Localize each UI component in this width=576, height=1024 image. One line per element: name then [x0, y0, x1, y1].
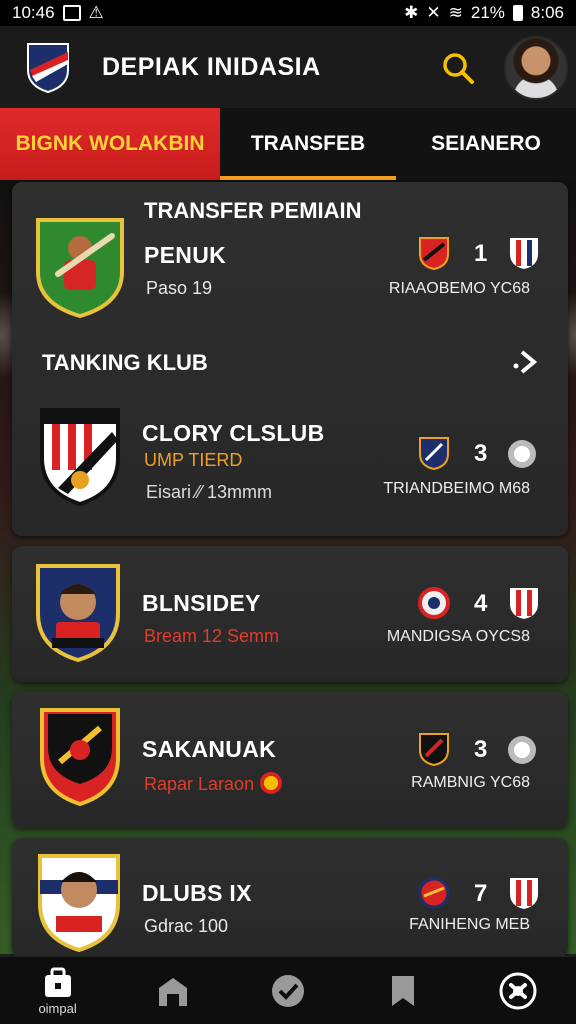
team-badge-icon [419, 437, 449, 470]
club-score: 3 [474, 736, 488, 763]
tab-transfer[interactable]: TRANSFEB [220, 108, 396, 180]
status-bar: 10:46 ⚠ ✱ ✕ ≋ 21% 8:06 [0, 0, 576, 26]
transfer-match-label: RIAAOBEMO YC68 [388, 280, 530, 297]
club-card[interactable]: BLNSIDEY Bream 12 Semm 4 MANDIGSA OYCS8 [12, 546, 568, 682]
nav-item-saved[interactable] [363, 957, 443, 1024]
soccer-ball-icon [508, 736, 536, 764]
status-time-left: 10:46 [12, 3, 55, 22]
opponent-badge-icon [510, 588, 538, 619]
club-crest-dlubs [38, 854, 120, 953]
club-name: DLUBS IX [142, 880, 252, 906]
app-title: DEPIAK INIDASIA [102, 52, 321, 81]
tab-schedule[interactable]: SEIANERO [396, 108, 576, 180]
club-crest-blnsidey [36, 564, 120, 663]
nav-item-matches[interactable] [478, 957, 558, 1024]
nav-item-home[interactable]: oimpal [18, 957, 98, 1024]
club-crest-clory[interactable] [38, 404, 122, 508]
team-badge-icon [418, 877, 450, 909]
transfer-score: 1 [474, 240, 488, 267]
mute-icon: ✕ [426, 3, 441, 22]
player-sub: Paso 19 [146, 278, 213, 298]
notification-icon: ⚠ [88, 3, 104, 22]
club-score: 3 [474, 440, 488, 467]
search-icon[interactable] [440, 50, 476, 86]
club-sub: UMP TIERD [144, 450, 243, 470]
club-sub: Rapar Laraon [144, 774, 255, 794]
team-badge-icon [418, 587, 450, 619]
nav-item-stadium[interactable] [133, 957, 213, 1024]
battery-icon [512, 5, 523, 21]
soccer-ball-icon [499, 972, 537, 1009]
app-logo[interactable] [24, 40, 72, 94]
club-sub: Gdrac 100 [144, 916, 229, 936]
club-match-label: MANDIGSA OYCS8 [386, 628, 530, 645]
club-name: SAKANUAK [142, 736, 277, 762]
opponent-badge-icon [510, 238, 538, 269]
club-match-label: TRIANDBEIMO M68 [383, 480, 530, 497]
club-card[interactable]: SAKANUAK Rapar Laraon 3 RAMBNIG YC68 [12, 692, 568, 828]
battery-percent: 21% [470, 3, 505, 22]
team-badge-icon [419, 733, 449, 766]
player-name: PENUK [144, 242, 227, 268]
club-meta: Eisari ⁄⁄ 13mmm [146, 482, 273, 502]
bookmark-icon [392, 975, 415, 1006]
nav-label: oimpal [38, 1001, 77, 1016]
bottom-nav: oimpal [0, 956, 576, 1024]
status-time-right: 8:06 [530, 3, 564, 22]
check-circle-icon [271, 974, 304, 1007]
home-icon [158, 977, 187, 1006]
club-sub: Bream 12 Semm [144, 626, 280, 646]
chevron-right-icon[interactable] [510, 346, 542, 378]
team-badge-icon [419, 237, 449, 270]
transfer-section-title: TRANSFER PEMIAIN [144, 198, 362, 223]
club-card[interactable]: DLUBS IX Gdrac 100 7 FANIHENG MEB [12, 838, 568, 958]
tab-ranking[interactable]: BIGNK WOLAKBIN [0, 108, 220, 180]
app-header: DEPIAK INIDASIA [0, 26, 576, 108]
club-match-label: FANIHENG MEB [409, 916, 530, 933]
club-name: CLORY CLSLUB [142, 420, 325, 446]
club-name: BLNSIDEY [142, 590, 261, 616]
bag-icon [44, 967, 71, 997]
wifi-icon: ≋ [448, 3, 463, 22]
bluetooth-icon: ✱ [404, 3, 419, 22]
soccer-ball-icon [508, 440, 536, 468]
tab-bar: BIGNK WOLAKBIN TRANSFEB SEIANERO [0, 108, 576, 180]
club-score: 7 [474, 880, 488, 907]
player-crest[interactable] [32, 212, 128, 320]
gallery-icon [62, 5, 81, 21]
opponent-badge-icon [510, 878, 538, 909]
user-avatar[interactable] [504, 36, 568, 100]
badge-icon [260, 772, 282, 794]
ranking-section-title: TANKING KLUB [42, 350, 208, 375]
club-score: 4 [474, 590, 488, 617]
nav-item-check[interactable] [248, 957, 328, 1024]
club-match-label: RAMBNIG YC68 [411, 774, 530, 791]
club-crest-sakanuak [40, 708, 120, 807]
transfer-card: TRANSFER PEMIAIN PENUK Paso 19 1 RIAAOBE… [12, 182, 568, 536]
